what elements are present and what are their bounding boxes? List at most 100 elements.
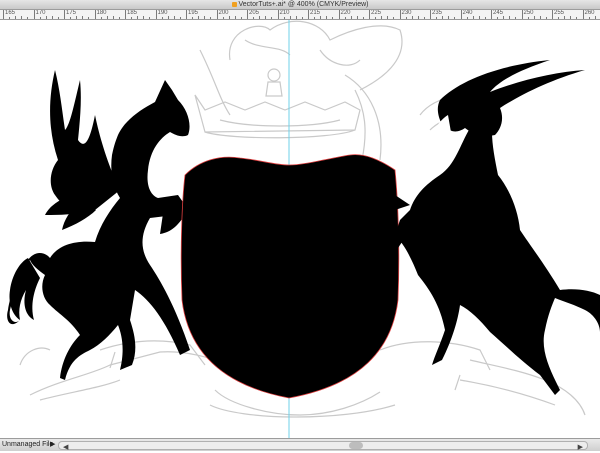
- ruler-label: 180: [96, 10, 107, 16]
- ruler-label: 225: [371, 10, 382, 16]
- scrollbar-thumb[interactable]: [349, 442, 363, 449]
- ruler-minor-tick: [118, 17, 120, 19]
- ruler-minor-tick: [21, 16, 23, 19]
- ruler-label: 220: [340, 10, 351, 16]
- ruler-major-tick: [277, 10, 279, 19]
- ruler-minor-tick: [161, 17, 163, 19]
- window-title: VectorTuts+.ai* @ 400% (CMYK/Preview): [238, 1, 369, 8]
- ruler-major-tick: [308, 10, 309, 19]
- ruler-minor-tick: [198, 16, 200, 19]
- ruler-minor-tick: [253, 17, 255, 19]
- ruler-label: 255: [554, 10, 565, 16]
- ruler-minor-tick: [570, 16, 572, 19]
- ruler-minor-tick: [350, 16, 352, 19]
- ruler-minor-tick: [289, 16, 291, 19]
- ruler-label: 230: [401, 10, 412, 16]
- ruler-major-tick: [125, 10, 126, 19]
- ruler-minor-tick: [179, 17, 181, 19]
- ruler-major-tick: [247, 10, 248, 19]
- ruler-minor-tick: [356, 16, 358, 19]
- ruler-minor-tick: [332, 17, 334, 19]
- ruler-minor-tick: [204, 16, 206, 19]
- ruler-minor-tick: [9, 17, 11, 19]
- ruler-minor-tick: [466, 17, 468, 19]
- ruler-minor-tick: [411, 16, 413, 19]
- ruler-minor-tick: [533, 16, 535, 19]
- ruler-major-tick: [521, 10, 523, 19]
- ruler-minor-tick: [588, 17, 590, 19]
- window-titlebar: VectorTuts+.ai* @ 400% (CMYK/Preview): [0, 0, 600, 10]
- status-bar: Unmanaged File ▶ ◀ ▶: [0, 438, 600, 451]
- ruler-minor-tick: [45, 16, 47, 19]
- ruler-major-tick: [369, 10, 370, 19]
- ruler-minor-tick: [228, 16, 230, 19]
- ruler-minor-tick: [527, 17, 529, 19]
- ruler-minor-tick: [51, 16, 53, 19]
- ruler-minor-tick: [70, 17, 72, 19]
- ruler-minor-tick: [167, 16, 169, 19]
- horizontal-ruler[interactable]: 165 170 175 180 185 190 195 200 205 210 215 220 225 2…: [0, 10, 600, 20]
- ruler-minor-tick: [39, 17, 41, 19]
- ruler-minor-tick: [387, 16, 389, 19]
- ruler-minor-tick: [423, 17, 425, 19]
- ruler-minor-tick: [27, 17, 29, 19]
- ruler-major-tick: [338, 10, 340, 19]
- ruler-label: 190: [157, 10, 168, 16]
- ruler-major-tick: [582, 10, 584, 19]
- scroll-left-icon[interactable]: ◀: [63, 442, 68, 453]
- ruler-label: 200: [218, 10, 229, 16]
- ruler-major-tick: [430, 10, 431, 19]
- status-text[interactable]: Unmanaged File: [2, 439, 53, 450]
- ruler-major-tick: [186, 10, 187, 19]
- ruler-minor-tick: [448, 16, 450, 19]
- scroll-right-icon[interactable]: ▶: [578, 442, 583, 453]
- document-icon: [231, 1, 237, 7]
- ruler-minor-tick: [234, 16, 236, 19]
- ruler-minor-tick: [314, 17, 316, 19]
- ruler-minor-tick: [564, 16, 566, 19]
- ruler-minor-tick: [478, 16, 480, 19]
- ruler-minor-tick: [222, 17, 224, 19]
- ruler-minor-tick: [15, 16, 17, 19]
- ruler-minor-tick: [240, 17, 242, 19]
- ruler-minor-tick: [442, 16, 444, 19]
- ruler-major-tick: [216, 10, 218, 19]
- ruler-major-tick: [399, 10, 401, 19]
- ruler-minor-tick: [417, 16, 419, 19]
- ruler-minor-tick: [82, 16, 84, 19]
- ruler-label: 215: [310, 10, 321, 16]
- shield-shape[interactable]: [180, 154, 400, 399]
- ruler-major-tick: [155, 10, 157, 19]
- ruler-label: 170: [35, 10, 46, 16]
- ruler-minor-tick: [320, 16, 322, 19]
- ruler-minor-tick: [100, 17, 102, 19]
- ruler-minor-tick: [173, 16, 175, 19]
- ruler-minor-tick: [88, 17, 90, 19]
- artboard-canvas[interactable]: [0, 20, 600, 438]
- ruler-minor-tick: [497, 17, 499, 19]
- pegasus-silhouette[interactable]: [7, 70, 205, 380]
- ruler-label: 240: [462, 10, 473, 16]
- horizontal-scrollbar[interactable]: ◀ ▶: [58, 441, 588, 453]
- ruler-minor-tick: [545, 17, 547, 19]
- ruler-minor-tick: [149, 17, 151, 19]
- ruler-minor-tick: [472, 16, 474, 19]
- ruler-minor-tick: [76, 16, 78, 19]
- ruler-minor-tick: [301, 17, 303, 19]
- ruler-minor-tick: [381, 16, 383, 19]
- status-menu-arrow-icon[interactable]: ▶: [50, 439, 55, 450]
- goat-silhouette[interactable]: [380, 60, 600, 395]
- ruler-label: 195: [188, 10, 199, 16]
- ruler-minor-tick: [271, 17, 273, 19]
- ruler-label: 185: [127, 10, 138, 16]
- ruler-minor-tick: [515, 17, 517, 19]
- ruler-label: 210: [279, 10, 290, 16]
- ruler-major-tick: [33, 10, 35, 19]
- ruler-major-tick: [460, 10, 462, 19]
- ruler-major-tick: [552, 10, 553, 19]
- ruler-minor-tick: [594, 16, 596, 19]
- ruler-minor-tick: [265, 16, 267, 19]
- ruler-minor-tick: [344, 17, 346, 19]
- ruler-minor-tick: [436, 17, 438, 19]
- ruler-label: 205: [249, 10, 260, 16]
